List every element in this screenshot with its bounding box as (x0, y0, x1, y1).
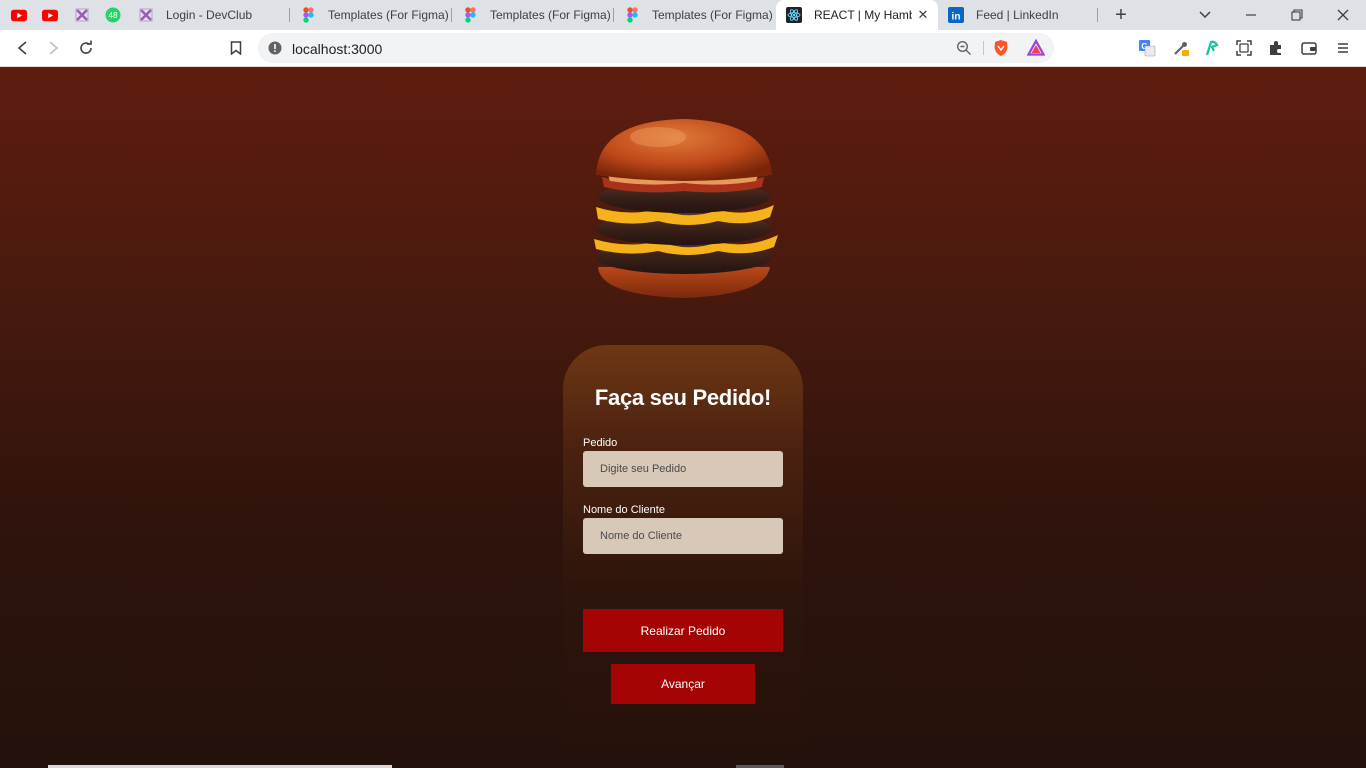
figma-icon (302, 7, 314, 23)
order-form-card: Faça seu Pedido! Pedido Nome do Cliente … (563, 345, 803, 745)
page-background: Faça seu Pedido! Pedido Nome do Cliente … (0, 67, 1366, 768)
tab-linkedin[interactable]: in Feed | LinkedIn (938, 0, 1098, 30)
zoom-icon[interactable] (956, 40, 972, 56)
tab-title: REACT | My Hamburguer (814, 8, 912, 22)
tab-title: Templates (For Figma) - (328, 8, 452, 22)
place-order-button[interactable]: Realizar Pedido (583, 609, 783, 652)
whatsapp-icon: 48 (105, 7, 121, 23)
minimize-icon[interactable] (1240, 4, 1262, 26)
tab-title: Templates (For Figma) - (652, 8, 776, 22)
wallet-icon[interactable] (1300, 39, 1318, 57)
close-window-icon[interactable] (1332, 4, 1354, 26)
tab-strip: 48 Login - DevClub Templates (For Figma)… (0, 0, 1366, 30)
whatsapp-badge: 48 (109, 11, 118, 20)
youtube-icon (42, 9, 58, 21)
form-title: Faça seu Pedido! (594, 385, 772, 410)
brave-rewards-icon[interactable] (1027, 39, 1045, 57)
figma-extension-icon[interactable] (1203, 39, 1221, 57)
bookmark-icon[interactable] (226, 38, 246, 58)
extensions-puzzle-icon[interactable] (1267, 39, 1285, 57)
tab-title: Feed | LinkedIn (976, 8, 1059, 22)
menu-icon[interactable] (1334, 39, 1352, 57)
tab-figma-2[interactable]: Templates (For Figma) - (452, 0, 614, 30)
react-icon (786, 7, 802, 23)
order-input[interactable] (583, 451, 783, 487)
screenshot-extension-icon[interactable] (1235, 39, 1253, 57)
figma-icon (464, 7, 476, 23)
youtube-icon (11, 9, 27, 21)
tab-search-chevron-icon[interactable] (1194, 4, 1216, 26)
tab-figma-3[interactable]: Templates (For Figma) - (614, 0, 776, 30)
eyedropper-extension-icon[interactable] (1172, 39, 1190, 57)
client-name-label: Nome do Cliente (583, 504, 665, 516)
linkedin-icon: in (948, 7, 964, 23)
figma-icon (626, 7, 638, 23)
next-button[interactable]: Avançar (611, 664, 755, 704)
tab-title: Login - DevClub (166, 8, 253, 22)
pinned-tab-youtube[interactable] (42, 7, 58, 23)
url-text[interactable]: localhost:3000 (292, 41, 382, 57)
browser-toolbar: localhost:3000 G (0, 30, 1366, 67)
forward-icon[interactable] (44, 38, 64, 58)
order-label: Pedido (583, 437, 618, 449)
devclub-icon (75, 8, 89, 22)
tab-react-active[interactable]: REACT | My Hamburguer ✕ (776, 0, 938, 30)
new-tab-button[interactable]: + (1111, 5, 1131, 25)
translate-extension-icon[interactable]: G (1138, 39, 1156, 57)
pinned-tab-whatsapp[interactable]: 48 (105, 7, 121, 23)
reload-icon[interactable] (76, 38, 96, 58)
tab-title: Templates (For Figma) - (490, 8, 614, 22)
tab-devclub[interactable]: Login - DevClub (128, 0, 290, 30)
tab-figma-1[interactable]: Templates (For Figma) - (290, 0, 452, 30)
site-info-icon[interactable] (268, 41, 282, 55)
address-bar[interactable]: localhost:3000 (258, 33, 1054, 63)
pinned-tab-devclub[interactable] (74, 7, 90, 23)
devclub-icon (139, 8, 153, 22)
client-name-input[interactable] (583, 518, 783, 554)
back-icon[interactable] (12, 38, 32, 58)
close-icon[interactable]: ✕ (916, 8, 930, 22)
brave-shields-icon[interactable] (992, 39, 1010, 57)
burger-image (594, 119, 778, 298)
restore-icon[interactable] (1286, 4, 1308, 26)
pinned-tab-youtube[interactable] (11, 7, 27, 23)
svg-text:in: in (952, 12, 961, 23)
